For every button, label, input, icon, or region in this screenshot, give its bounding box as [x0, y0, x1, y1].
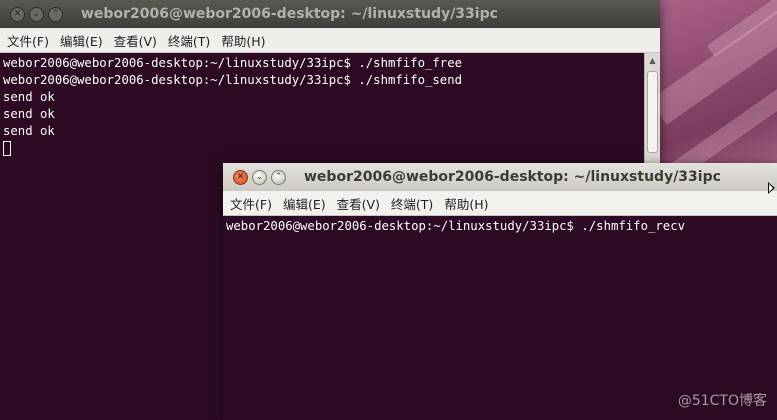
close-icon[interactable]: ✕ — [233, 169, 248, 185]
scroll-up-icon[interactable]: ▲ — [645, 53, 660, 69]
terminal-line: webor2006@webor2006-desktop:~/linuxstudy… — [3, 56, 463, 70]
menu-file[interactable]: 文件(F) — [7, 31, 49, 50]
menu-edit[interactable]: 编辑(E) — [60, 31, 103, 50]
minimize-icon[interactable]: ⌄ — [29, 6, 44, 22]
close-icon[interactable]: ✕ — [10, 6, 25, 22]
terminal-window-recv[interactable]: ✕ ⌄ ⌃ webor2006@webor2006-desktop: ~/lin… — [223, 163, 777, 420]
titlebar[interactable]: ✕ ⌄ ⌃ webor2006@webor2006-desktop: ~/lin… — [223, 163, 777, 191]
maximize-icon[interactable]: ⌃ — [271, 169, 286, 185]
mouse-pointer-icon — [768, 182, 775, 194]
watermark: @51CTO博客 — [677, 393, 767, 409]
text-cursor — [3, 141, 11, 156]
menu-terminal[interactable]: 终端(T) — [168, 31, 210, 50]
terminal-line: send ok — [3, 90, 55, 104]
titlebar[interactable]: ✕ ⌄ ⌃ webor2006@webor2006-desktop: ~/lin… — [0, 0, 660, 28]
window-title: webor2006@webor2006-desktop: ~/linuxstud… — [304, 169, 721, 185]
menu-help[interactable]: 帮助(H) — [221, 31, 265, 50]
maximize-icon[interactable]: ⌃ — [48, 6, 63, 22]
terminal-line: send ok — [3, 107, 55, 121]
menu-view[interactable]: 查看(V) — [337, 194, 380, 213]
menu-help[interactable]: 帮助(H) — [444, 194, 488, 213]
menu-view[interactable]: 查看(V) — [114, 31, 157, 50]
minimize-icon[interactable]: ⌄ — [252, 169, 267, 185]
terminal-output[interactable]: webor2006@webor2006-desktop:~/linuxstudy… — [223, 216, 777, 235]
terminal-line: webor2006@webor2006-desktop:~/linuxstudy… — [226, 219, 686, 233]
menu-terminal[interactable]: 终端(T) — [391, 194, 433, 213]
menubar: 文件(F) 编辑(E) 查看(V) 终端(T) 帮助(H) — [223, 191, 777, 216]
menu-file[interactable]: 文件(F) — [230, 194, 272, 213]
terminal-line: webor2006@webor2006-desktop:~/linuxstudy… — [3, 73, 463, 87]
scrollbar-thumb[interactable] — [647, 71, 658, 153]
window-title: webor2006@webor2006-desktop: ~/linuxstud… — [81, 6, 498, 22]
menubar: 文件(F) 编辑(E) 查看(V) 终端(T) 帮助(H) — [0, 28, 660, 53]
menu-edit[interactable]: 编辑(E) — [283, 194, 326, 213]
terminal-output[interactable]: webor2006@webor2006-desktop:~/linuxstudy… — [0, 53, 660, 157]
terminal-line: send ok — [3, 124, 55, 138]
